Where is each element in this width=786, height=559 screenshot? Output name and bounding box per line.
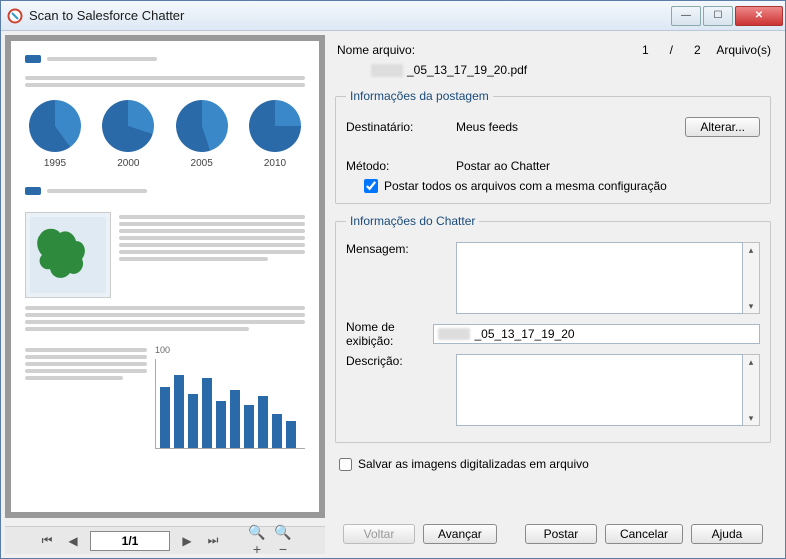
message-label: Mensagem: (346, 242, 450, 256)
save-images-checkbox[interactable]: Salvar as imagens digitalizadas em arqui… (339, 457, 771, 471)
map-thumbnail (25, 212, 111, 298)
file-total: 2 (690, 43, 704, 57)
scrollbar[interactable]: ▴▾ (743, 242, 760, 314)
map-row (25, 212, 305, 298)
message-input[interactable] (456, 242, 743, 314)
pie-1995 (29, 100, 81, 152)
maximize-button[interactable]: ☐ (703, 6, 733, 26)
same-config-input[interactable] (364, 179, 378, 193)
chatter-info-group: Informações do Chatter Mensagem: ▴▾ Nome… (335, 214, 771, 443)
save-images-input[interactable] (339, 458, 352, 471)
pie-2005 (176, 100, 228, 152)
cancel-button[interactable]: Cancelar (605, 524, 683, 544)
bar-row: 100 (25, 345, 305, 449)
scrollbar[interactable]: ▴▾ (743, 354, 760, 426)
dest-value: Meus feeds (456, 120, 679, 134)
help-button[interactable]: Ajuda (691, 524, 763, 544)
scroll-down-icon[interactable]: ▾ (749, 411, 754, 425)
form-pane: Nome arquivo: 1 / 2 Arquivo(s) _05_13_17… (329, 35, 781, 554)
scroll-up-icon[interactable]: ▴ (749, 355, 754, 369)
next-button[interactable]: Avançar (423, 524, 497, 544)
pie-label: 2010 (264, 158, 286, 169)
window-title: Scan to Salesforce Chatter (29, 8, 669, 23)
preview-nav: ⏮ ◀ 1/1 ▶ ⏭ 🔍+ 🔍− (5, 526, 325, 554)
filename-label: Nome arquivo: (337, 43, 415, 57)
zoom-out-button[interactable]: 🔍− (274, 524, 292, 557)
client-area: 1995 2000 2005 2010 (1, 31, 785, 558)
prev-page-button[interactable]: ◀ (64, 532, 82, 550)
preview-frame: 1995 2000 2005 2010 (5, 35, 325, 518)
bar-ylabel: 100 (155, 345, 305, 355)
file-sep: / (664, 43, 678, 57)
first-page-button[interactable]: ⏮ (38, 532, 56, 550)
chatter-info-legend: Informações do Chatter (346, 214, 479, 228)
preview-pane: 1995 2000 2005 2010 (5, 35, 325, 554)
file-current: 1 (638, 43, 652, 57)
pie-chart-row: 1995 2000 2005 2010 (25, 90, 305, 173)
pie-label: 2005 (191, 158, 213, 169)
last-page-button[interactable]: ⏭ (204, 532, 222, 550)
dest-label: Destinatário: (346, 120, 450, 134)
page-indicator[interactable]: 1/1 (90, 531, 170, 551)
document-page: 1995 2000 2005 2010 (11, 41, 319, 459)
zoom-in-button[interactable]: 🔍+ (248, 524, 266, 557)
pie-2000 (102, 100, 154, 152)
post-info-legend: Informações da postagem (346, 89, 493, 103)
display-name-label: Nome de exibição: (346, 320, 427, 348)
pie-2010 (249, 100, 301, 152)
scroll-down-icon[interactable]: ▾ (749, 299, 754, 313)
bar-chart: 100 (155, 345, 305, 449)
next-page-button[interactable]: ▶ (178, 532, 196, 550)
filename-value: _05_13_17_19_20.pdf (371, 63, 771, 77)
filename-text: _05_13_17_19_20.pdf (407, 63, 527, 77)
display-name-input[interactable]: _05_13_17_19_20 (433, 324, 760, 344)
footer: Voltar Avançar Postar Cancelar Ajuda (335, 514, 771, 554)
pie-label: 1995 (44, 158, 66, 169)
save-images-label: Salvar as imagens digitalizadas em arqui… (358, 457, 589, 471)
method-label: Método: (346, 159, 450, 173)
titlebar: Scan to Salesforce Chatter — ☐ ✕ (1, 1, 785, 31)
post-info-group: Informações da postagem Destinatário: Me… (335, 89, 771, 204)
description-label: Descrição: (346, 354, 450, 368)
window-controls: — ☐ ✕ (669, 6, 783, 26)
alter-button[interactable]: Alterar... (685, 117, 760, 137)
display-name-text: _05_13_17_19_20 (474, 327, 574, 341)
same-config-checkbox[interactable]: Postar todos os arquivos com a mesma con… (364, 179, 760, 193)
close-button[interactable]: ✕ (735, 6, 783, 26)
file-suffix: Arquivo(s) (716, 43, 771, 57)
app-window: Scan to Salesforce Chatter — ☐ ✕ 1995 20… (0, 0, 786, 559)
description-input[interactable] (456, 354, 743, 426)
same-config-label: Postar todos os arquivos com a mesma con… (384, 179, 667, 193)
app-icon (7, 8, 23, 24)
filename-redacted (371, 64, 403, 77)
minimize-button[interactable]: — (671, 6, 701, 26)
pie-label: 2000 (117, 158, 139, 169)
method-value: Postar ao Chatter (456, 159, 760, 173)
scroll-up-icon[interactable]: ▴ (749, 243, 754, 257)
file-header: Nome arquivo: 1 / 2 Arquivo(s) (337, 43, 771, 57)
back-button[interactable]: Voltar (343, 524, 415, 544)
display-name-redacted (438, 328, 470, 340)
post-button[interactable]: Postar (525, 524, 597, 544)
